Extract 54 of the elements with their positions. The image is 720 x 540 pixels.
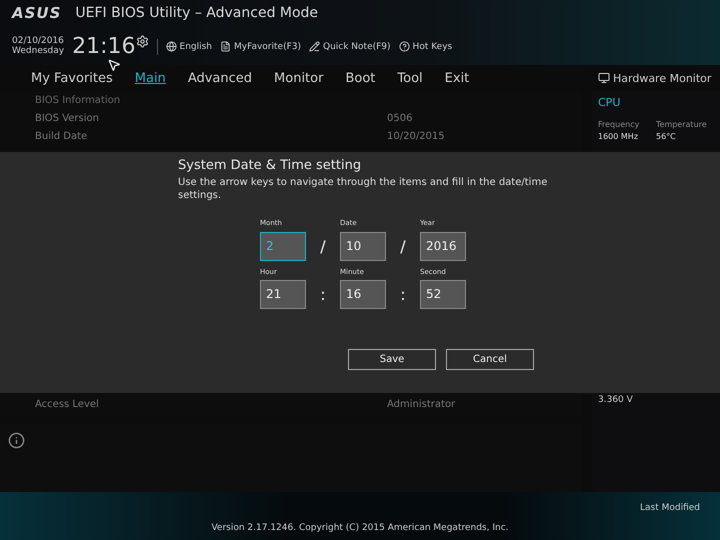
logo: ASUS bbox=[12, 4, 62, 22]
metric-value: 56°C bbox=[656, 132, 677, 142]
globe-icon bbox=[166, 41, 177, 52]
cpu-heading: CPU bbox=[598, 97, 622, 110]
tab[interactable]: Advanced bbox=[188, 70, 252, 86]
tab[interactable]: Exit bbox=[444, 70, 470, 86]
input-field[interactable]: 52 bbox=[420, 280, 466, 310]
separator: : bbox=[399, 285, 407, 306]
tab[interactable]: Boot bbox=[345, 70, 376, 86]
tab[interactable]: Monitor bbox=[274, 70, 324, 86]
date: 02/10/2016 bbox=[12, 36, 64, 46]
save-button[interactable]: Save bbox=[348, 349, 436, 370]
setting-value: 10/20/2015 bbox=[387, 131, 446, 142]
section-title: BIOS Information bbox=[35, 95, 122, 106]
input-field[interactable]: 16 bbox=[340, 280, 386, 310]
setting-value: 0506 bbox=[387, 113, 414, 124]
tab[interactable]: My Favorites bbox=[31, 70, 113, 86]
monitor-icon bbox=[598, 72, 610, 84]
input-field[interactable]: 2016 bbox=[420, 232, 466, 261]
cancel-button[interactable]: Cancel bbox=[446, 349, 534, 370]
input-field[interactable]: 21 bbox=[260, 280, 306, 310]
input-field[interactable]: 2 bbox=[260, 232, 306, 261]
dialog-text: Use the arrow keys to navigate through the items and fill in the date/time settings. bbox=[178, 176, 548, 202]
setting-value: Administrator bbox=[387, 399, 456, 410]
help-icon bbox=[398, 41, 410, 52]
tab[interactable]: Tool bbox=[397, 70, 423, 86]
tab[interactable]: Main bbox=[134, 70, 166, 86]
last-modified-button[interactable]: Last Modified bbox=[640, 504, 700, 514]
voltage-value: 3.360 V bbox=[598, 396, 634, 406]
metric-label: Temperature bbox=[656, 121, 708, 130]
list-icon bbox=[220, 41, 232, 52]
metric-value: 1600 MHz bbox=[598, 132, 640, 142]
panel-title: Hardware Monitor bbox=[613, 72, 712, 84]
toolbar-button[interactable]: Hot Keys bbox=[398, 41, 452, 52]
clock: 21:16 bbox=[72, 34, 136, 59]
toolbar-button[interactable]: Quick Note(F9) bbox=[309, 41, 391, 52]
metric-label: Frequency bbox=[598, 121, 640, 130]
setting-label: BIOS Version bbox=[35, 113, 100, 124]
settings-icon[interactable] bbox=[136, 35, 149, 48]
toolbar-button[interactable]: MyFavorite(F3) bbox=[220, 41, 301, 52]
separator: / bbox=[319, 236, 327, 258]
input-field[interactable]: 10 bbox=[340, 232, 386, 261]
window-title: UEFI BIOS Utility – Advanced Mode bbox=[75, 5, 318, 21]
setting-label: Access Level bbox=[35, 399, 100, 410]
separator: : bbox=[319, 285, 327, 306]
weekday: Wednesday bbox=[12, 46, 64, 56]
cursor-icon bbox=[107, 58, 121, 72]
version-text: Version 2.17.1246. Copyright (C) 2015 American Megatrends, Inc. bbox=[211, 524, 509, 534]
setting-label: Build Date bbox=[35, 131, 88, 142]
note-icon bbox=[309, 41, 320, 52]
info-icon bbox=[8, 432, 25, 449]
toolbar-button[interactable]: English bbox=[166, 41, 212, 52]
separator: / bbox=[399, 236, 407, 258]
dialog-title: System Date & Time setting bbox=[178, 158, 362, 173]
